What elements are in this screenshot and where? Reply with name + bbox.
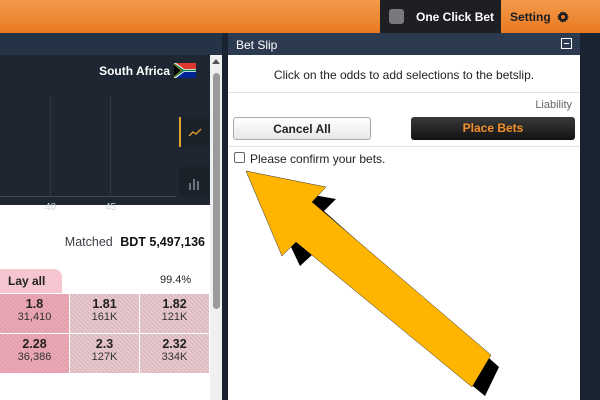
arrow-body <box>245 170 492 388</box>
pointer-arrow-annotation <box>245 170 499 396</box>
